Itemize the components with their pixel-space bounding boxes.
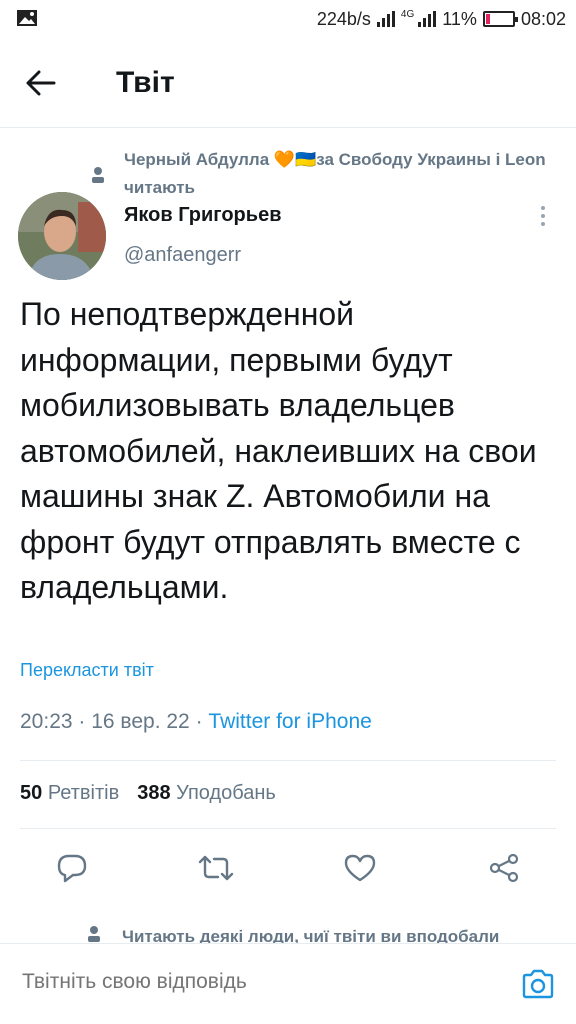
avatar[interactable] (18, 192, 106, 280)
avatar-image (18, 192, 106, 280)
meta-separator: · (78, 710, 92, 733)
battery-percent: 11% (442, 8, 477, 29)
likes-label: Уподобань (176, 782, 276, 804)
back-arrow-icon (26, 70, 56, 96)
reply-button[interactable] (52, 848, 92, 888)
divider (20, 760, 556, 761)
image-icon (17, 10, 37, 26)
author-name[interactable]: Яков Григорьев (124, 204, 282, 227)
share-icon (489, 853, 519, 883)
next-tweet-context[interactable]: Читають деякі люди, чиї твіти ви вподоба… (122, 924, 572, 944)
tweet-date: 16 вер. 22 (91, 710, 190, 733)
tweet-text: По неподтвержденной информации, первыми … (20, 296, 537, 605)
person-icon (88, 926, 100, 942)
likes-count: 388 (137, 782, 171, 804)
social-context[interactable]: Черный Абдулла 🧡🇺🇦за Свободу Украины і L… (124, 146, 564, 202)
retweet-button[interactable] (196, 848, 236, 888)
network-type: 4G (400, 8, 415, 20)
camera-button[interactable] (520, 966, 556, 1002)
tweet-stats: 50 Ретвітів 388 Уподобань (20, 782, 276, 805)
signal-icon-2 (418, 11, 437, 27)
likes-stat[interactable]: 388 Уподобань (137, 782, 276, 805)
retweets-stat[interactable]: 50 Ретвітів (20, 782, 119, 805)
reply-bar (0, 943, 576, 1024)
tweet-client-link[interactable]: Twitter for iPhone (208, 710, 371, 733)
reply-input[interactable] (22, 970, 482, 994)
more-options-button[interactable] (536, 206, 550, 232)
translate-tweet-link[interactable]: Перекласти твіт (20, 660, 154, 681)
clock: 08:02 (520, 8, 566, 29)
like-button[interactable] (340, 848, 380, 888)
meta-separator: · (195, 710, 209, 733)
like-icon (344, 854, 376, 882)
divider (20, 828, 556, 829)
page-title: Твіт (116, 66, 175, 99)
more-vertical-icon (536, 206, 550, 226)
status-bar: 224b/s 4G 11% 08:02 (0, 0, 576, 38)
person-icon (92, 167, 104, 183)
top-bar: Твіт (0, 38, 576, 128)
retweets-count: 50 (20, 782, 43, 804)
signal-icon (376, 11, 395, 27)
network-speed: 224b/s (316, 8, 371, 29)
retweets-label: Ретвітів (47, 782, 120, 804)
retweet-icon (198, 855, 234, 881)
reply-icon (57, 854, 87, 883)
tweet-actions (0, 848, 576, 894)
share-button[interactable] (484, 848, 524, 888)
tweet-time: 20:23 (20, 710, 73, 733)
battery-icon (482, 11, 518, 27)
tweet-meta: 20:23 · 16 вер. 22 · Twitter for iPhone (20, 710, 372, 734)
camera-icon (522, 969, 554, 999)
author-handle[interactable]: @anfaengerr (124, 244, 241, 267)
back-button[interactable] (18, 60, 64, 106)
status-indicators: 224b/s 4G 11% 08:02 (317, 7, 566, 31)
